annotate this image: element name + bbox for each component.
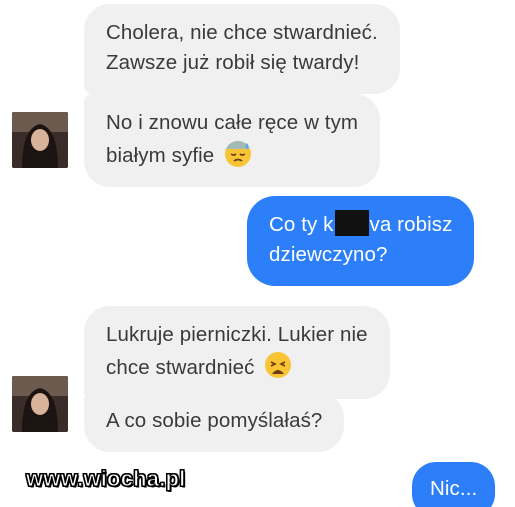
message-line: Cholera, nie chce stwardnieć. bbox=[106, 21, 378, 44]
incoming-message[interactable]: Cholera, nie chce stwardnieć. Zawsze już… bbox=[84, 4, 400, 94]
message-text: va robisz bbox=[369, 213, 453, 236]
message-text: chce stwardnieć bbox=[106, 356, 255, 379]
incoming-message[interactable]: Lukruje pierniczki. Lukier nie chce stwa… bbox=[84, 306, 390, 399]
message-line-censored: Co ty k va robisz bbox=[269, 210, 452, 240]
message-line: No i znowu całe ręce w tym bbox=[106, 111, 359, 134]
avatar[interactable] bbox=[12, 112, 68, 168]
incoming-message[interactable]: A co sobie pomyślałaś? bbox=[84, 392, 345, 452]
message-line: Lukruje pierniczki. Lukier nie bbox=[106, 323, 368, 346]
chat-thread: Cholera, nie chce stwardnieć. Zawsze już… bbox=[0, 0, 515, 507]
message-text: białym syfie bbox=[106, 144, 215, 167]
message-line: A co sobie pomyślałaś? bbox=[106, 409, 323, 432]
avatar-photo bbox=[12, 112, 68, 168]
incoming-message[interactable]: No i znowu całe ręce w tym białym syfie bbox=[84, 94, 381, 187]
message-line-with-emoji: chce stwardnieć bbox=[106, 350, 368, 383]
watermark: www.wiocha.pl bbox=[25, 466, 186, 492]
outgoing-message[interactable]: Nic... bbox=[412, 462, 496, 507]
sweat-face-emoji bbox=[225, 141, 252, 167]
outgoing-message[interactable]: Co ty k va robisz dziewczyno? bbox=[247, 196, 475, 286]
message-line-with-emoji: białym syfie bbox=[106, 138, 358, 171]
avatar[interactable] bbox=[12, 376, 68, 432]
weary-face-emoji bbox=[265, 352, 292, 378]
message-line: Zawsze już robił się twardy! bbox=[106, 51, 360, 74]
avatar-photo bbox=[12, 376, 68, 432]
message-text: Co ty k bbox=[269, 213, 334, 236]
message-line: dziewczyno? bbox=[269, 243, 388, 266]
censor-bar bbox=[334, 210, 369, 236]
message-line: Nic... bbox=[430, 477, 478, 500]
